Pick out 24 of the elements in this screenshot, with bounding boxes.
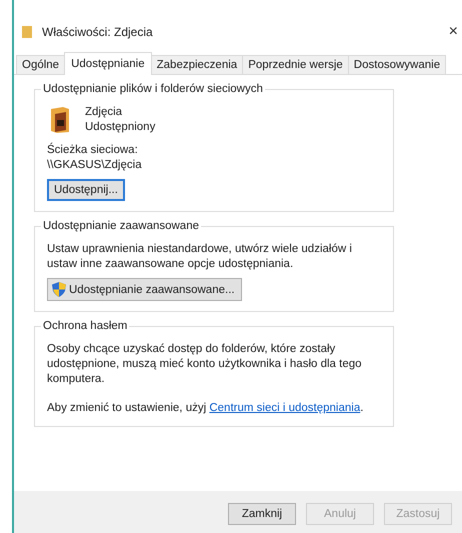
folder-status: Udostępniony (85, 120, 156, 135)
folder-icon (22, 25, 32, 39)
shield-icon (52, 282, 66, 297)
group-title: Udostępnianie zaawansowane (42, 220, 200, 232)
close-button[interactable]: × (444, 23, 462, 41)
network-center-link[interactable]: Centrum sieci i udostępniania (209, 402, 360, 414)
settings-note: Aby zmienić to ustawienie, użyj Centrum sieci i udostępniania. (47, 401, 364, 416)
group-title: Udostępnianie plików i folderów sieciowych (42, 83, 264, 95)
password-description: Osoby chcące uzyskać dostęp do folderów, które zostały udostępnione, muszą mieć konto użytkownika i hasło dla tego komputera. (47, 342, 363, 387)
folder-icon (49, 106, 71, 134)
folder-name: Zdjęcia (85, 105, 124, 120)
dialog-button[interactable]: Zamknij (228, 503, 296, 525)
tab[interactable]: Ogólne (16, 55, 66, 74)
advanced-sharing-button[interactable]: Udostępnianie zaawansowane... (47, 278, 242, 301)
group-title: Ochrona hasłem (42, 320, 128, 332)
share-button[interactable]: Udostępnij... (47, 179, 125, 201)
window-title: Właściwości: Zdjecia (42, 25, 153, 39)
tab[interactable]: Zabezpieczenia (150, 55, 244, 74)
advanced-description: Ustaw uprawnienia niestandardowe, utwórz wiele udziałów i ustaw inne zaawansowane opcje udostępniania. (47, 242, 353, 272)
network-path: \\GKASUS\Zdjęcia (47, 158, 143, 173)
tab[interactable]: Dostosowywanie (348, 55, 446, 74)
tab[interactable]: Udostępnianie (64, 52, 152, 75)
tab[interactable]: Poprzednie wersje (242, 55, 349, 74)
path-label: Ścieżka sieciowa: (47, 143, 139, 158)
